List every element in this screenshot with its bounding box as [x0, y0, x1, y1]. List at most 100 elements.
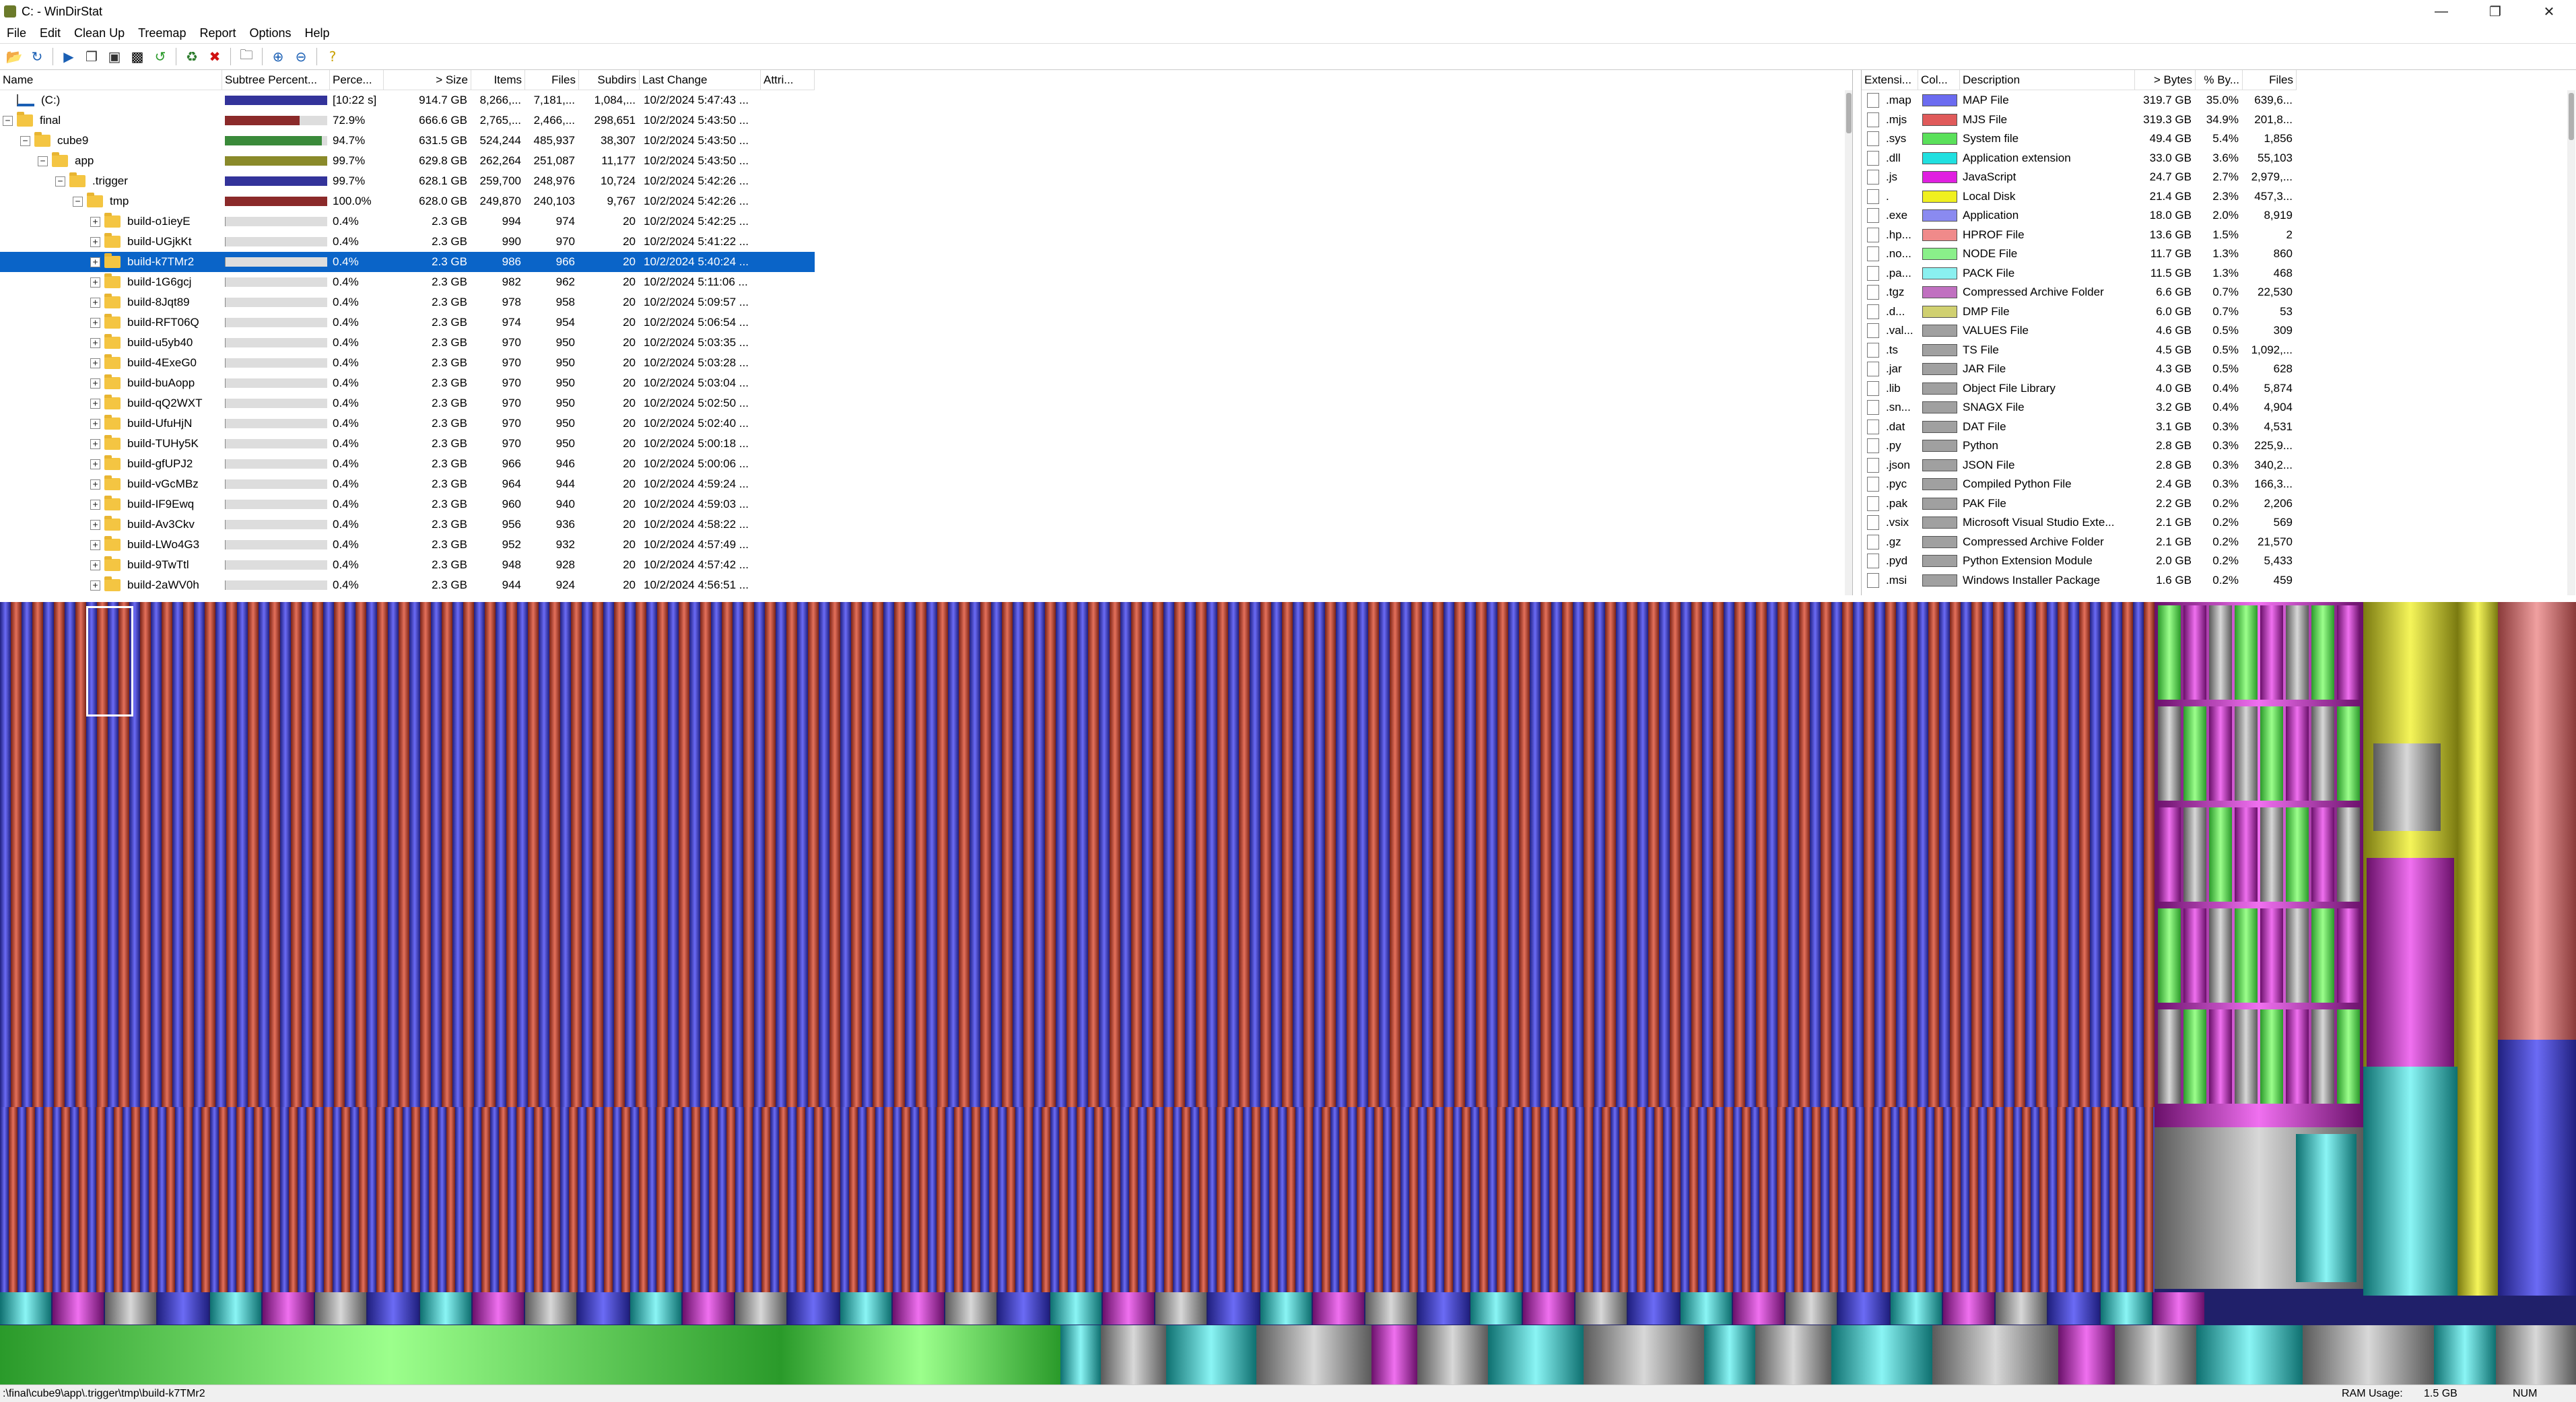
treemap-file-tile[interactable] — [1470, 1269, 1479, 1292]
treemap-file-tile[interactable] — [1873, 1107, 1882, 1188]
treemap-file-tile[interactable] — [376, 1107, 385, 1188]
treemap-file-tile[interactable] — [1243, 1188, 1252, 1269]
treemap-file-tile[interactable] — [1379, 1013, 1390, 1114]
treemap-file-tile[interactable] — [1056, 824, 1066, 919]
treemap-file-tile[interactable] — [1497, 716, 1508, 824]
treemap-file-tile[interactable] — [35, 1107, 44, 1188]
extension-row[interactable]: .dll Application extension 33.0 GB 3.6% 55,1… — [1862, 148, 2576, 168]
treemap-file-tile[interactable] — [1050, 1107, 1059, 1188]
treemap-file-tile[interactable] — [315, 1188, 324, 1269]
treemap-file-tile[interactable] — [2144, 824, 2155, 919]
treemap-file-tile[interactable] — [823, 1269, 832, 1292]
treemap-file-tile[interactable] — [79, 1107, 88, 1188]
treemap-file-tile[interactable] — [1821, 824, 1831, 919]
treemap-file-tile[interactable] — [980, 1188, 989, 1269]
treemap-file-tile[interactable] — [1225, 1107, 1234, 1188]
treemap-file-tile[interactable] — [1045, 1013, 1056, 1114]
treemap-file-tile[interactable] — [1110, 716, 1120, 824]
treemap-file-tile[interactable] — [2025, 716, 2036, 824]
treemap-file-tile[interactable] — [355, 1013, 366, 1114]
treemap-file-tile[interactable] — [1271, 824, 1282, 919]
treemap-file-tile[interactable] — [1479, 1269, 1488, 1292]
treemap-file-tile[interactable] — [1896, 1013, 1907, 1114]
treemap-file-tile[interactable] — [873, 602, 883, 716]
treemap-file-tile[interactable] — [1400, 1013, 1411, 1114]
treemap-file-tile[interactable] — [1540, 1269, 1549, 1292]
treemap-file-tile[interactable] — [473, 1269, 481, 1292]
expand-toggle-icon[interactable]: + — [90, 337, 100, 348]
treemap-file-tile[interactable] — [733, 1013, 743, 1114]
treemap-file-tile[interactable] — [376, 1269, 385, 1292]
treemap-file-tile[interactable] — [1670, 716, 1681, 824]
treemap-file-tile[interactable] — [754, 716, 765, 824]
treemap-file-tile[interactable] — [1120, 1107, 1129, 1188]
treemap-file-tile[interactable] — [131, 1107, 140, 1188]
treemap-file-tile[interactable] — [1821, 1188, 1829, 1269]
treemap-file-tile[interactable] — [1530, 824, 1540, 919]
treemap-file-tile[interactable] — [1672, 1107, 1681, 1188]
treemap-file-tile[interactable] — [65, 602, 75, 716]
treemap-file-tile[interactable] — [1734, 824, 1745, 919]
treemap-file-tile[interactable] — [1110, 824, 1120, 919]
treemap-file-tile[interactable] — [1637, 602, 1648, 716]
treemap-file-tile[interactable] — [1303, 919, 1314, 1013]
treemap-file-tile[interactable] — [862, 602, 873, 716]
treemap-file-tile[interactable] — [1734, 919, 1745, 1013]
treemap-file-tile[interactable] — [849, 1188, 858, 1269]
treemap-file-tile[interactable] — [1207, 602, 1217, 716]
treemap-file-tile[interactable] — [1336, 824, 1347, 919]
treemap-file-tile[interactable] — [1899, 1107, 1908, 1188]
treemap-file-tile[interactable] — [2083, 1188, 2092, 1269]
treemap-file-tile[interactable] — [578, 1188, 586, 1269]
treemap-file-tile[interactable] — [776, 716, 786, 824]
treemap-file-tile[interactable] — [1174, 919, 1185, 1013]
treemap-file-tile[interactable] — [1842, 1013, 1853, 1114]
treemap-file-tile[interactable] — [1691, 824, 1702, 919]
treemap-file-tile[interactable] — [1917, 1188, 1926, 1269]
treemap-file-tile[interactable] — [2101, 716, 2111, 824]
treemap-file-tile[interactable] — [1891, 1269, 1899, 1292]
treemap-file-tile[interactable] — [452, 602, 463, 716]
treemap-file-tile[interactable] — [1155, 1269, 1164, 1292]
treemap-file-tile[interactable] — [614, 602, 625, 716]
treemap-file-tile[interactable] — [770, 1188, 779, 1269]
treemap-file-tile[interactable] — [636, 824, 646, 919]
treemap-file-tile[interactable] — [86, 1013, 97, 1114]
treemap-file-tile[interactable] — [1519, 919, 1530, 1013]
extension-row[interactable]: .d... DMP File 6.0 GB 0.7% 53 — [1862, 302, 2576, 321]
treemap-file-tile[interactable] — [88, 1107, 96, 1188]
treemap-file-tile[interactable] — [166, 1107, 175, 1188]
treemap-file-tile[interactable] — [355, 716, 366, 824]
treemap-file-tile[interactable] — [1810, 919, 1821, 1013]
treemap-file-tile[interactable] — [1853, 824, 1864, 919]
treemap-file-tile[interactable] — [1767, 716, 1777, 824]
treemap-file-tile[interactable] — [1637, 1188, 1646, 1269]
treemap-file-tile[interactable] — [2260, 807, 2283, 902]
treemap-file-tile[interactable] — [1488, 1107, 1497, 1188]
treemap-file-tile[interactable] — [184, 1188, 193, 1269]
treemap-file-tile[interactable] — [1374, 1188, 1383, 1269]
treemap-file-tile[interactable] — [1821, 1107, 1829, 1188]
treemap-file-tile[interactable] — [2057, 1188, 2066, 1269]
treemap-file-tile[interactable] — [1768, 1107, 1777, 1188]
treemap-file-tile[interactable] — [1250, 919, 1260, 1013]
treemap-file-tile[interactable] — [1314, 602, 1325, 716]
treemap-file-tile[interactable] — [808, 716, 819, 824]
treemap-file-tile[interactable] — [1433, 602, 1444, 716]
treemap-file-tile[interactable] — [1112, 1269, 1120, 1292]
treemap-file-tile[interactable] — [263, 1188, 271, 1269]
treemap-file-tile[interactable] — [43, 1013, 54, 1114]
treemap-file-tile[interactable] — [1928, 824, 1939, 919]
treemap-file-tile[interactable] — [1768, 1188, 1777, 1269]
treemap-file-tile[interactable] — [442, 716, 452, 824]
treemap-file-tile[interactable] — [819, 919, 829, 1013]
treemap-file-tile[interactable] — [560, 919, 571, 1013]
treemap-file-tile[interactable] — [1961, 1013, 1971, 1114]
treemap-file-tile[interactable] — [388, 716, 399, 824]
treemap-file-tile[interactable] — [474, 1013, 485, 1114]
treemap-file-tile[interactable] — [945, 1292, 996, 1325]
treemap-file-tile[interactable] — [2144, 716, 2155, 824]
treemap-file-tile[interactable] — [1422, 602, 1433, 716]
treemap-file-tile[interactable] — [1702, 919, 1713, 1013]
treemap-file-tile[interactable] — [1950, 602, 1961, 716]
